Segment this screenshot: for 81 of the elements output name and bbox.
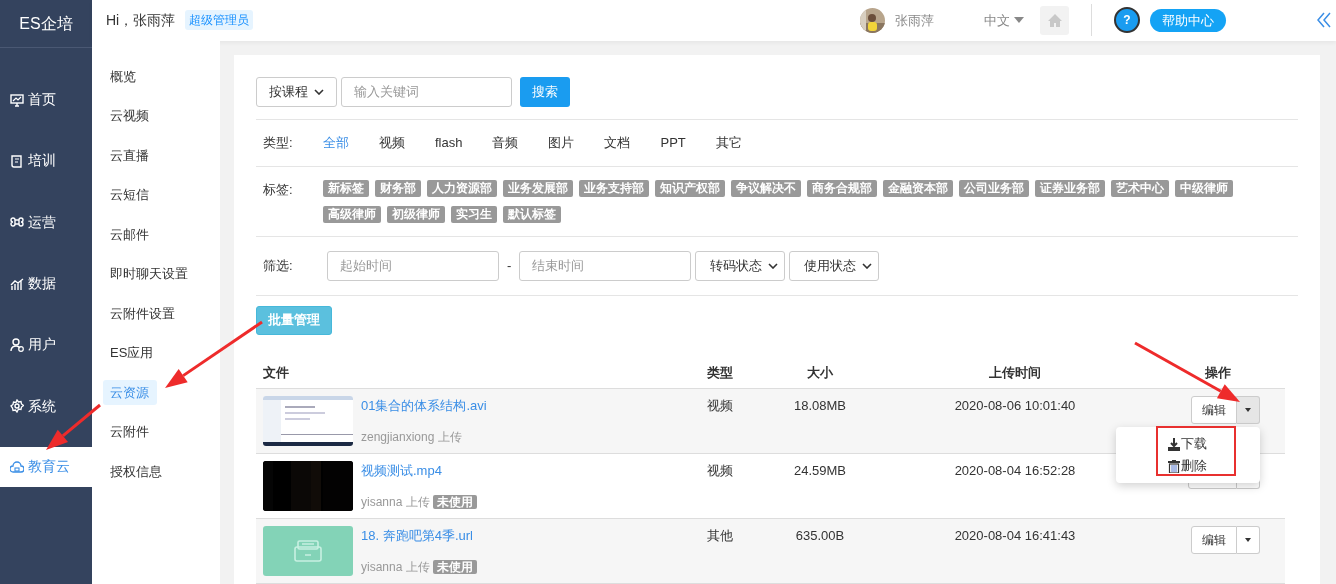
dropdown-toggle-button[interactable] [1237,396,1260,424]
file-size: 635.00B [795,528,845,543]
sidebar-item[interactable]: 培训 [0,130,92,192]
type-filter-option[interactable]: 其它 [715,132,742,153]
sidebar-item[interactable]: 系统 [0,375,92,437]
file-type: 视频 [707,398,733,413]
submenu-item[interactable]: 云短信 [103,182,157,208]
settings-icon [10,399,24,414]
type-filter-option[interactable]: flash [435,132,463,153]
trash-icon [1168,459,1180,473]
book-icon [10,153,24,168]
type-filter-option[interactable]: 音频 [492,132,519,153]
submenu-item[interactable]: ES应用 [103,340,162,366]
start-time-field[interactable]: 起始时间 [327,250,499,281]
submenu-item[interactable]: 云附件设置 [103,300,183,326]
submenu-item[interactable]: 云直播 [103,142,157,168]
uploader-text: zengjianxiong 上传 [361,429,462,444]
status-badge: 未使用 [432,559,477,574]
language-selector[interactable]: 中文 [984,10,1024,30]
submenu-item[interactable]: 云附件 [103,419,157,445]
file-type: 视频 [707,463,733,478]
file-type: 其他 [707,528,733,543]
file-name-link[interactable]: 视频测试.mp4 [361,461,477,481]
edit-button[interactable]: 编辑 [1191,396,1237,424]
upload-time: 2020-08-06 10:01:40 [954,398,1076,413]
sidebar-item[interactable]: 首页 [0,69,92,131]
dropdown-toggle-button[interactable] [1237,526,1260,554]
file-size: 18.08MB [793,398,846,413]
submenu-item[interactable]: 即时聊天设置 [103,261,196,287]
status-badge: 未使用 [432,494,477,509]
type-filter-option[interactable]: 文档 [604,132,631,153]
submenu-item[interactable]: 云邮件 [103,221,157,247]
bar-chart-icon [10,276,24,291]
status-select[interactable]: 使用状态 [789,250,880,281]
chevron-icon [314,88,324,95]
file-box-icon [293,540,323,562]
type-filter-option[interactable]: 视频 [379,132,405,153]
home-icon [1046,12,1063,28]
submenu-item[interactable]: 云视频 [103,103,157,129]
user-name[interactable]: 张雨萍 [895,10,934,30]
separator-text: - [506,256,513,275]
submenu-item[interactable]: 授权信息 [103,458,170,484]
cloud-icon [10,459,24,474]
tags-label: 标签: [262,180,294,199]
chevron-icon [768,262,779,269]
sidebar-item[interactable]: 数据 [0,252,92,315]
keyword-field[interactable]: 输入关键词 [341,76,512,107]
type-filter-option[interactable]: 图片 [548,132,575,153]
greeting-text: Hi，张雨萍 [106,10,176,30]
upload-time: 2020-08-04 16:52:28 [954,463,1076,478]
sidebar-item[interactable]: 用户 [0,314,92,376]
file-size: 24.59MB [793,463,846,478]
type-filter-option[interactable]: 全部 [323,132,349,153]
type-label: 类型: [262,133,294,152]
download-icon [1168,437,1180,451]
sidebar-item[interactable]: 教育云 [0,446,92,487]
end-time-field[interactable]: 结束时间 [519,250,692,281]
submenu-item[interactable]: 概览 [103,63,144,89]
monitor-icon [10,92,24,107]
column-header: 上传时间 [989,364,1041,380]
upload-time: 2020-08-04 16:41:43 [954,528,1076,543]
sidebar-item[interactable]: 运营 [0,191,92,253]
role-badge: 超级管理员 [185,10,254,31]
uploader-text: yisanna 上传 [361,559,430,574]
dropdown-item[interactable]: 下载 [1116,433,1260,455]
column-header: 类型 [707,364,733,380]
user-icon [10,337,24,352]
scope-select[interactable]: 按课程 [256,76,337,107]
command-icon [10,215,24,230]
column-header: 大小 [807,364,833,380]
dropdown-item[interactable]: 删除 [1116,455,1260,477]
home-button[interactable] [1040,5,1069,35]
type-filter-option[interactable]: PPT [660,132,686,153]
collapse-icon[interactable] [1316,12,1332,29]
edit-button[interactable]: 编辑 [1191,526,1237,554]
uploader-text: yisanna 上传 [361,494,430,509]
chevron-icon [862,262,873,269]
column-header: 操作 [1204,364,1231,380]
filter-label: 筛选: [262,256,294,275]
status-select[interactable]: 转码状态 [695,250,786,281]
column-header: 文件 [263,364,289,380]
